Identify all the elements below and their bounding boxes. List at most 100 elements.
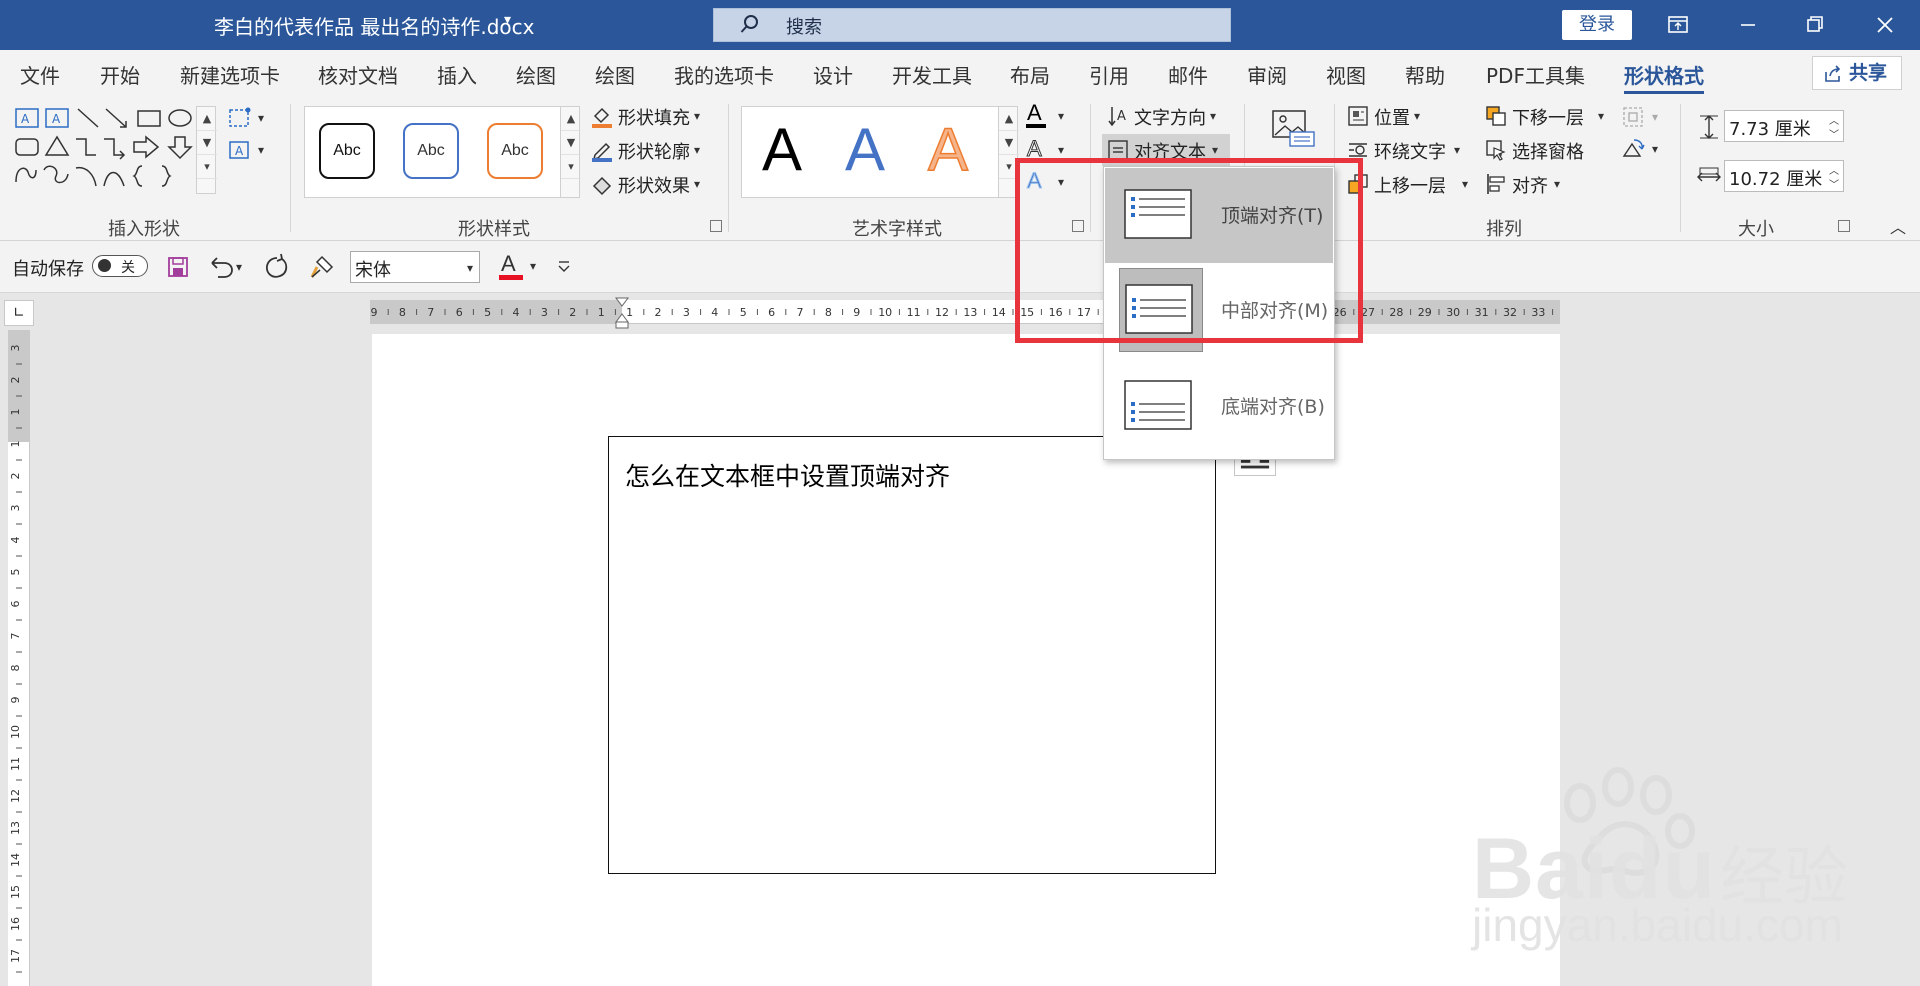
horizontal-ruler[interactable]: 9876543211234567891011121314151617181920… xyxy=(370,297,1560,329)
scroll-up-icon[interactable]: ▲ xyxy=(197,107,217,131)
svg-text:▾: ▾ xyxy=(1652,110,1658,124)
scroll-down-icon[interactable]: ▼ xyxy=(197,131,217,155)
draw-text-box-icon[interactable]: A ▾ xyxy=(226,138,272,162)
minimize-icon[interactable] xyxy=(1733,10,1763,40)
ribbon-display-options-icon[interactable] xyxy=(1663,10,1693,40)
undo-icon[interactable]: ▾ xyxy=(206,253,246,281)
vertical-ruler[interactable]: 3 2 1 1 2 3 4 5 6 7 8 9 10 11 12 13 14 15 16 17 xyxy=(8,330,30,986)
svg-text:▾: ▾ xyxy=(1652,142,1658,156)
pen-outline-icon xyxy=(592,142,612,162)
text-direction-label: 文字方向 xyxy=(1134,108,1206,129)
autosave-toggle[interactable]: 关 xyxy=(92,255,148,277)
search-box[interactable]: 搜索 xyxy=(713,8,1231,42)
tab-draw-2[interactable]: 绘图 xyxy=(595,60,635,89)
title-chevron-down-icon[interactable]: ▾ xyxy=(504,12,511,28)
tab-review-doc[interactable]: 核对文档 xyxy=(318,60,398,89)
tab-home[interactable]: 开始 xyxy=(100,60,140,89)
format-painter-icon[interactable] xyxy=(308,253,338,281)
ruler-tick-label: 2 xyxy=(9,473,22,480)
group-objects-icon[interactable]: ▾ xyxy=(1620,104,1668,130)
spin-up-icon[interactable]: ︿ xyxy=(1829,162,1839,177)
shape-outline-label: 形状轮廓 xyxy=(618,142,690,163)
shape-width-field[interactable]: 10.72 厘米 ︿ ﹀ xyxy=(1724,160,1844,192)
spin-up-icon[interactable]: ︿ xyxy=(1829,112,1839,127)
wordart-style-black[interactable]: A xyxy=(762,115,802,184)
expand-gallery-icon[interactable]: ▾ xyxy=(561,155,581,179)
tab-mailings[interactable]: 邮件 xyxy=(1168,60,1208,89)
menu-item-align-bottom[interactable]: 底端对齐(B) xyxy=(1105,359,1333,454)
ruler-tick-label: 8 xyxy=(399,306,406,319)
shape-height-value: 7.73 厘米 xyxy=(1729,119,1811,140)
redo-icon[interactable] xyxy=(262,253,292,281)
scroll-down-icon[interactable]: ▼ xyxy=(561,131,581,155)
ruler-tick-label: 33 xyxy=(1531,306,1545,319)
dialog-launcher-icon[interactable] xyxy=(1838,220,1850,232)
tab-layout[interactable]: 布局 xyxy=(1010,60,1050,89)
shape-height-icon xyxy=(1700,115,1718,139)
quick-access-toolbar: 自动保存 关 ▾ 宋体 ▾ A ▾ xyxy=(0,241,1920,293)
ruler-tick-label: 5 xyxy=(484,306,491,319)
indent-marker-icon[interactable] xyxy=(613,296,631,330)
tab-pdf-tools[interactable]: PDF工具集 xyxy=(1486,60,1585,89)
scroll-up-icon[interactable]: ▲ xyxy=(561,107,581,131)
shape-style-orange[interactable]: Abc xyxy=(487,123,543,179)
share-button[interactable]: 共享 xyxy=(1812,56,1902,90)
ruler-tick-label: 30 xyxy=(1446,306,1460,319)
ruler-tick-label: 29 xyxy=(1418,306,1432,319)
font-color-icon[interactable]: A ▾ xyxy=(498,251,542,283)
ruler-tick-label: 10 xyxy=(9,725,22,739)
tab-design[interactable]: 设计 xyxy=(813,60,853,89)
tab-developer[interactable]: 开发工具 xyxy=(892,60,972,89)
shapes-gallery-scroll[interactable]: ▲ ▼ ▾ xyxy=(196,106,217,194)
edit-shape-icon[interactable]: ▾ xyxy=(226,106,272,130)
wordart-gallery[interactable]: A A A xyxy=(741,106,1003,198)
tab-file[interactable]: 文件 xyxy=(20,60,60,89)
shape-style-blue[interactable]: Abc xyxy=(403,123,459,179)
text-box-content[interactable]: 怎么在文本框中设置顶端对齐 xyxy=(625,457,950,493)
shape-styles-gallery[interactable]: Abc Abc Abc xyxy=(304,106,564,198)
text-fill-icon[interactable]: A ▾ xyxy=(1024,100,1074,130)
restore-icon[interactable] xyxy=(1800,10,1830,40)
tab-help[interactable]: 帮助 xyxy=(1405,60,1445,89)
expand-gallery-icon[interactable]: ▾ xyxy=(197,155,217,179)
svg-text:▾: ▾ xyxy=(258,111,264,125)
tab-insert[interactable]: 插入 xyxy=(437,60,477,89)
shape-styles-scroll[interactable]: ▲ ▼ ▾ xyxy=(560,106,581,198)
rotate-icon[interactable]: ▾ xyxy=(1620,136,1668,162)
tab-draw[interactable]: 绘图 xyxy=(516,60,556,89)
login-button[interactable]: 登录 xyxy=(1562,10,1632,40)
spin-down-icon[interactable]: ﹀ xyxy=(1829,126,1839,141)
scroll-up-icon[interactable]: ▲ xyxy=(999,107,1019,131)
wordart-style-orange[interactable]: A xyxy=(927,115,969,184)
ruler-tick-label: 7 xyxy=(9,633,22,640)
ruler-tick-label: 12 xyxy=(9,789,22,803)
scroll-down-icon[interactable]: ▼ xyxy=(999,131,1019,155)
customize-toolbar-icon[interactable] xyxy=(556,259,572,275)
close-icon[interactable] xyxy=(1870,10,1900,40)
wordart-style-blue[interactable]: A xyxy=(845,115,885,184)
spin-down-icon[interactable]: ﹀ xyxy=(1829,176,1839,191)
tab-my-tab[interactable]: 我的选项卡 xyxy=(674,60,774,89)
text-box[interactable]: 怎么在文本框中设置顶端对齐 xyxy=(608,436,1216,874)
ruler-tick-label: 3 xyxy=(9,505,22,512)
dialog-launcher-icon[interactable] xyxy=(710,220,722,232)
shape-height-field[interactable]: 7.73 厘米 ︿ ﹀ xyxy=(1724,110,1844,142)
tab-review[interactable]: 审阅 xyxy=(1247,60,1287,89)
alt-text-icon xyxy=(1272,110,1315,147)
send-backward-icon xyxy=(1486,106,1506,126)
tab-view[interactable]: 视图 xyxy=(1326,60,1366,89)
ruler-tick-label: 3 xyxy=(541,306,548,319)
collapse-ribbon-icon[interactable]: ︿ xyxy=(1890,214,1906,238)
font-name-select[interactable]: 宋体 ▾ xyxy=(350,251,480,283)
save-icon[interactable] xyxy=(166,255,190,279)
tab-stop-selector[interactable]: ∟ xyxy=(4,300,34,326)
svg-text:A: A xyxy=(235,144,244,158)
tab-new-tab[interactable]: 新建选项卡 xyxy=(180,60,280,89)
shapes-gallery[interactable]: A A xyxy=(12,106,220,194)
tab-shape-format[interactable]: 形状格式 xyxy=(1624,60,1704,94)
shape-style-black[interactable]: Abc xyxy=(319,123,375,179)
svg-text:A: A xyxy=(1027,100,1042,125)
paint-bucket-icon xyxy=(592,107,612,128)
document-title[interactable]: 李白的代表作品 最出名的诗作.docx xyxy=(214,11,534,40)
tab-references[interactable]: 引用 xyxy=(1089,60,1129,89)
